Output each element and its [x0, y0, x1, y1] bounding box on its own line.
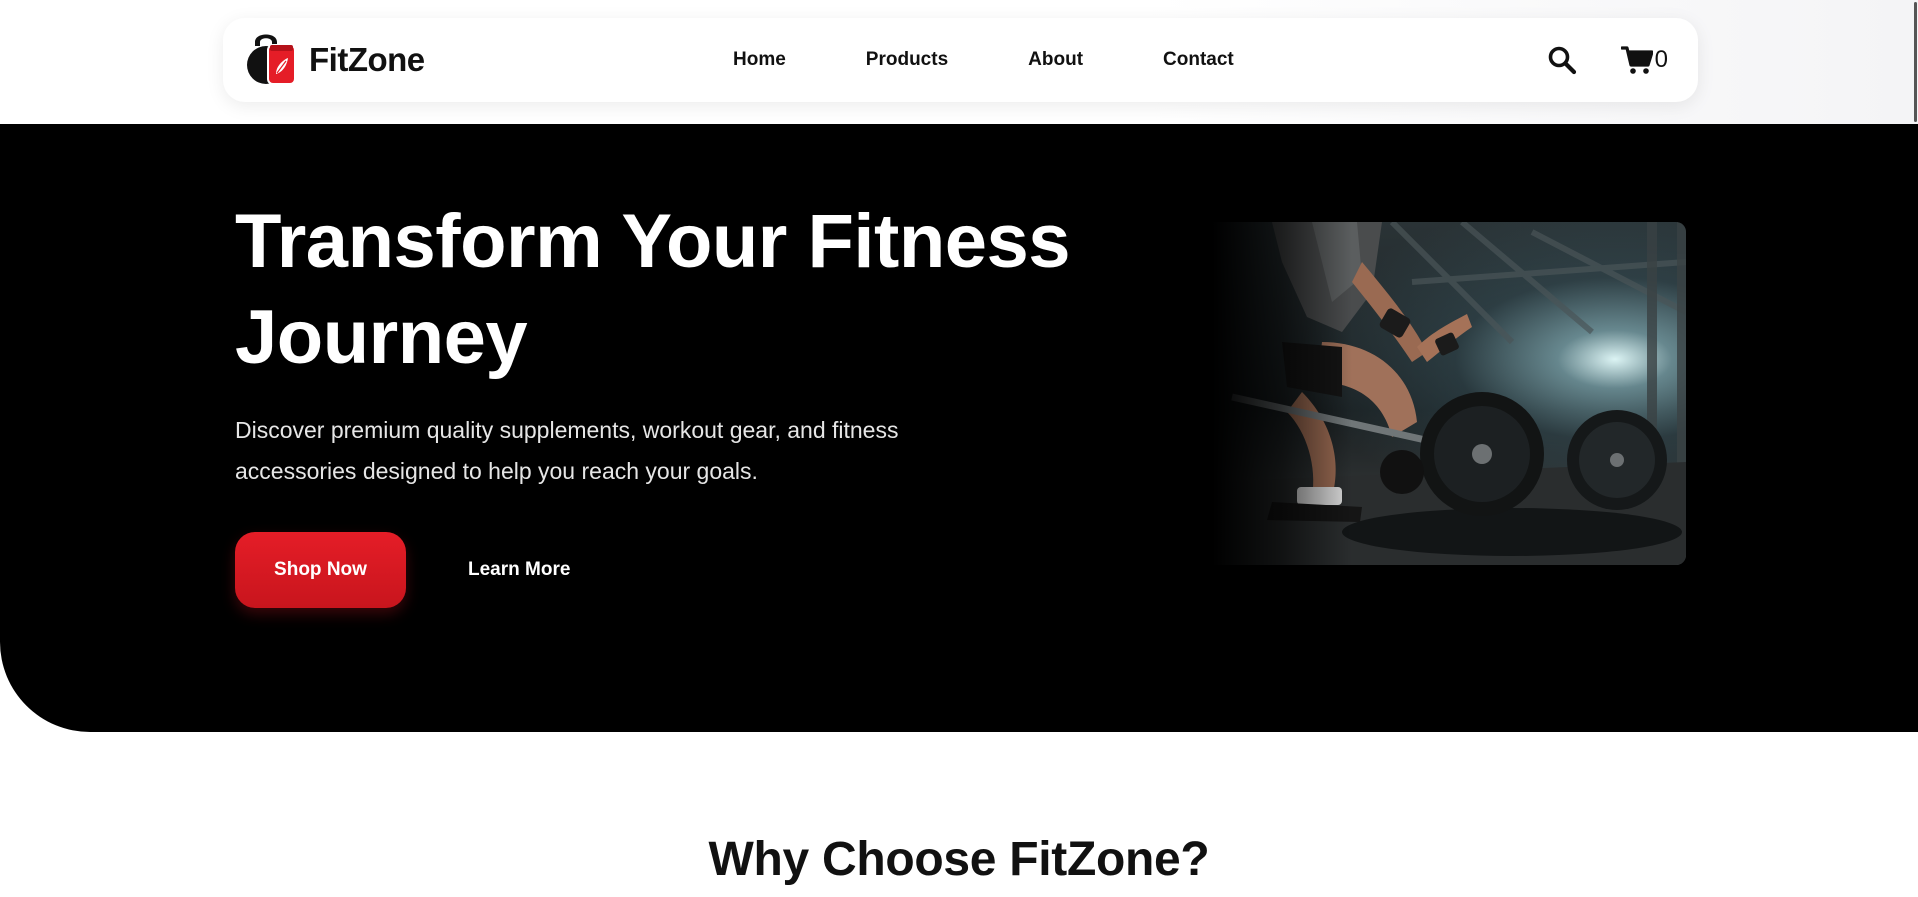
hero-section: Transform Your Fitness Journey Discover …	[0, 124, 1918, 732]
shop-now-button[interactable]: Shop Now	[235, 532, 406, 608]
nav-link-home[interactable]: Home	[733, 49, 786, 71]
gym-photo	[1212, 222, 1686, 565]
hero-title: Transform Your Fitness Journey	[235, 199, 1071, 380]
features-title: Why Choose FitZone?	[708, 833, 1210, 886]
nav-actions: 0	[1547, 18, 1668, 102]
kettlebell-logo-icon	[241, 28, 301, 93]
nav-link-about[interactable]: About	[1028, 49, 1083, 71]
nav-link-products[interactable]: Products	[866, 49, 948, 71]
hero-image	[1212, 222, 1686, 565]
learn-more-button[interactable]: Learn More	[468, 532, 570, 608]
search-button[interactable]	[1547, 45, 1577, 75]
nav-links: Home Products About Contact	[733, 18, 1314, 102]
cart-button[interactable]: 0	[1620, 45, 1668, 75]
scrollbar-thumb[interactable]	[1914, 2, 1917, 122]
scrollbar[interactable]	[1912, 0, 1918, 897]
nav-link-contact[interactable]: Contact	[1163, 49, 1234, 71]
cart-icon	[1620, 46, 1653, 74]
brand-logo[interactable]: FitZone	[241, 28, 425, 92]
cart-count: 0	[1654, 46, 1668, 73]
navbar: FitZone Home Products About Contact 0	[223, 18, 1698, 102]
hero-subtitle: Discover premium quality supplements, wo…	[235, 417, 899, 484]
brand-name: FitZone	[309, 41, 425, 78]
search-icon	[1548, 46, 1576, 75]
